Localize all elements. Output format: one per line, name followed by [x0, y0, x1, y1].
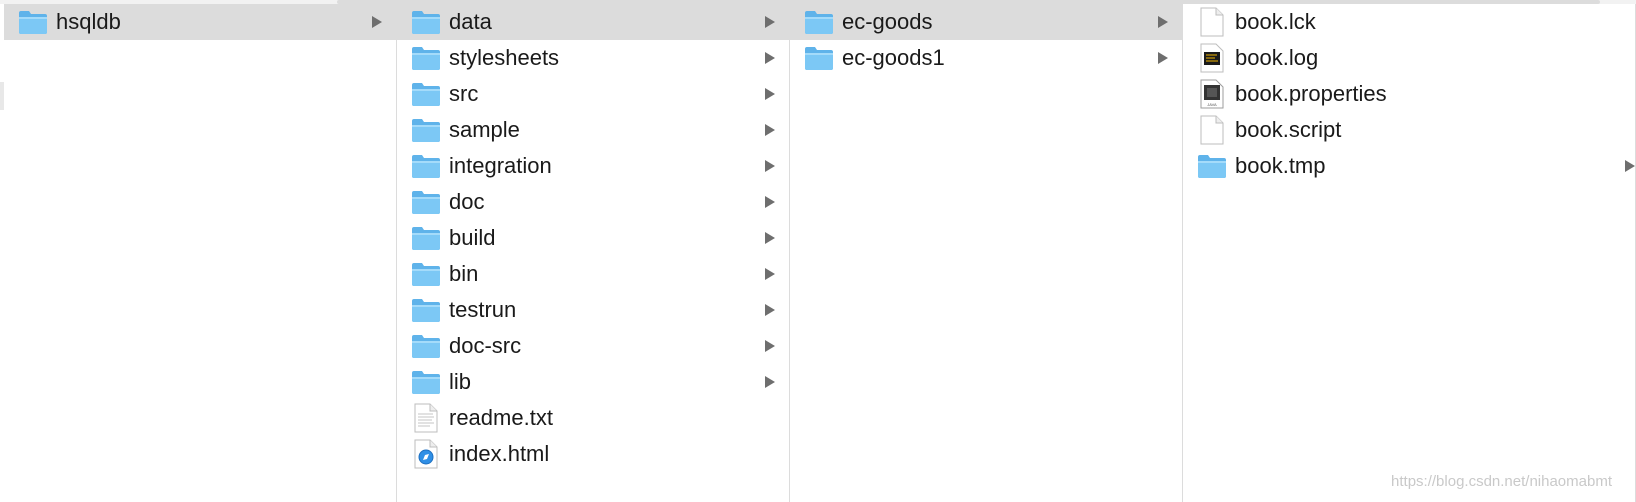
folder-icon [804, 45, 834, 71]
column-1[interactable]: hsqldb [4, 4, 397, 502]
folder-item[interactable]: sample [397, 112, 789, 148]
item-name: book.lck [1235, 9, 1316, 34]
document-icon [1199, 7, 1229, 37]
item-name: index.html [449, 441, 550, 466]
folder-icon [411, 189, 441, 215]
item-name: ec-goods [842, 9, 933, 34]
file-item[interactable]: JAVA book.properties [1183, 76, 1635, 112]
item-name: ec-goods1 [842, 45, 945, 70]
folder-icon [411, 225, 441, 251]
file-item[interactable]: index.html [397, 436, 789, 472]
disclosure-arrow-icon[interactable] [372, 16, 382, 28]
item-name: book.properties [1235, 81, 1387, 106]
folder-item[interactable]: doc [397, 184, 789, 220]
item-name: book.tmp [1235, 153, 1326, 178]
item-name: stylesheets [449, 45, 560, 70]
item-name: readme.txt [449, 405, 553, 430]
folder-icon [411, 369, 441, 395]
item-name: book.log [1235, 45, 1319, 70]
disclosure-arrow-icon[interactable] [765, 196, 775, 208]
item-name: lib [449, 369, 472, 394]
folder-icon [411, 81, 441, 107]
folder-icon [411, 117, 441, 143]
java-properties-file-icon: JAVA [1199, 79, 1229, 109]
text-file-icon [413, 403, 443, 433]
watermark: https://blog.csdn.net/nihaomabmt [1391, 473, 1612, 490]
folder-item[interactable]: build [397, 220, 789, 256]
folder-icon [411, 297, 441, 323]
item-name: book.script [1235, 117, 1342, 142]
disclosure-arrow-icon[interactable] [765, 268, 775, 280]
folder-item[interactable]: data [397, 4, 789, 40]
item-name: doc-src [449, 333, 522, 358]
item-name: integration [449, 153, 552, 178]
item-name: doc [449, 189, 485, 214]
disclosure-arrow-icon[interactable] [765, 160, 775, 172]
folder-item[interactable]: integration [397, 148, 789, 184]
column-2[interactable]: data stylesheets src sample integration … [397, 4, 790, 502]
item-name: bin [449, 261, 479, 286]
item-name: hsqldb [56, 9, 121, 34]
folder-item[interactable]: ec-goods [790, 4, 1182, 40]
item-name: data [449, 9, 492, 34]
file-item[interactable]: book.script [1183, 112, 1635, 148]
folder-icon [804, 9, 834, 35]
folder-item[interactable]: hsqldb [4, 4, 396, 40]
svg-text:JAVA: JAVA [1207, 102, 1217, 107]
column-4[interactable]: book.lck book.log JAVA book.properties b… [1183, 4, 1636, 502]
folder-item[interactable]: testrun [397, 292, 789, 328]
disclosure-arrow-icon[interactable] [765, 52, 775, 64]
disclosure-arrow-icon[interactable] [765, 340, 775, 352]
disclosure-arrow-icon[interactable] [765, 88, 775, 100]
item-name: testrun [449, 297, 517, 322]
folder-item[interactable]: src [397, 76, 789, 112]
folder-item[interactable]: doc-src [397, 328, 789, 364]
document-icon [1199, 115, 1229, 145]
html-file-icon [413, 439, 443, 469]
disclosure-arrow-icon[interactable] [765, 16, 775, 28]
file-item[interactable]: book.log [1183, 40, 1635, 76]
file-item[interactable]: book.lck [1183, 4, 1635, 40]
item-name: sample [449, 117, 520, 142]
disclosure-arrow-icon[interactable] [765, 232, 775, 244]
folder-icon [411, 45, 441, 71]
folder-icon [1197, 153, 1227, 179]
disclosure-arrow-icon[interactable] [1625, 160, 1635, 172]
folder-icon [411, 333, 441, 359]
folder-icon [411, 261, 441, 287]
disclosure-arrow-icon[interactable] [765, 124, 775, 136]
folder-item[interactable]: lib [397, 364, 789, 400]
folder-item[interactable]: ec-goods1 [790, 40, 1182, 76]
disclosure-arrow-icon[interactable] [765, 376, 775, 388]
folder-icon [18, 9, 48, 35]
disclosure-arrow-icon[interactable] [1158, 16, 1168, 28]
file-item[interactable]: readme.txt [397, 400, 789, 436]
item-name: build [449, 225, 496, 250]
folder-item[interactable]: stylesheets [397, 40, 789, 76]
folder-icon [411, 9, 441, 35]
folder-item[interactable]: book.tmp [1183, 148, 1635, 184]
column-3[interactable]: ec-goods ec-goods1 [790, 4, 1183, 502]
folder-icon [411, 153, 441, 179]
log-file-icon [1199, 43, 1229, 73]
folder-item[interactable]: bin [397, 256, 789, 292]
disclosure-arrow-icon[interactable] [1158, 52, 1168, 64]
item-name: src [449, 81, 479, 106]
disclosure-arrow-icon[interactable] [765, 304, 775, 316]
